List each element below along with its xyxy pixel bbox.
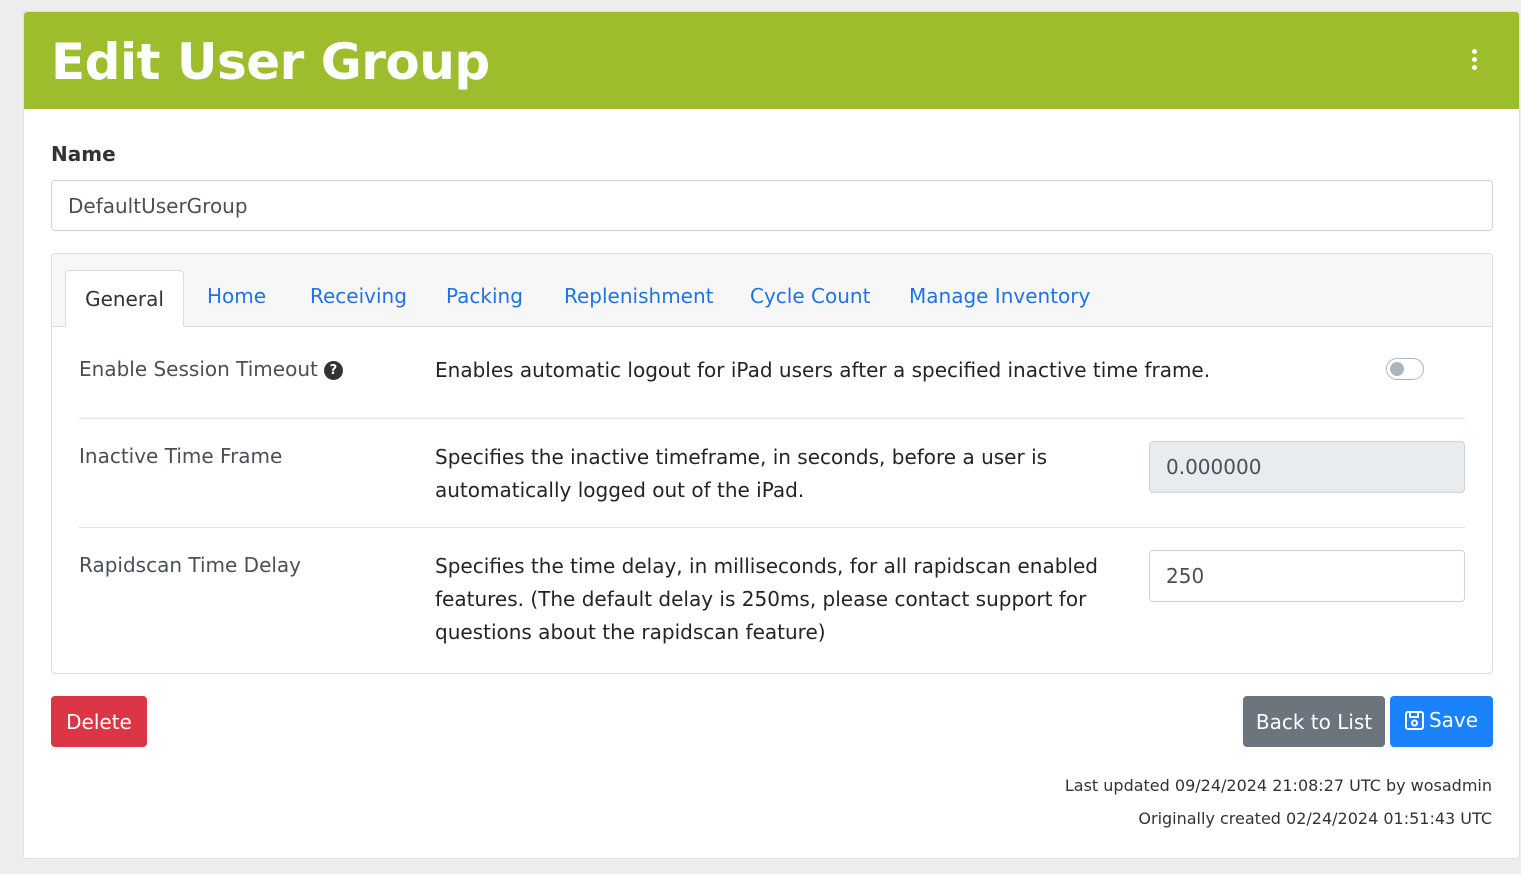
name-input[interactable] xyxy=(51,180,1493,231)
tab-replenishment[interactable]: Replenishment xyxy=(564,284,714,308)
inactive-time-frame-label: Inactive Time Frame xyxy=(79,444,283,468)
description-line: features. (The default delay is 250ms, p… xyxy=(435,587,1087,611)
description-line: Specifies the time delay, in millisecond… xyxy=(435,554,1098,578)
session-timeout-description: Enables automatic logout for iPad users … xyxy=(435,358,1211,382)
created-text: Originally created 02/24/2024 01:51:43 U… xyxy=(1138,809,1492,828)
tab-general[interactable]: General xyxy=(65,270,184,327)
tab-manage-inventory[interactable]: Manage Inventory xyxy=(909,284,1090,308)
kebab-menu-icon[interactable] xyxy=(1469,49,1479,73)
floppy-disk-icon xyxy=(1404,711,1424,735)
page-title: Edit User Group xyxy=(51,33,490,91)
session-timeout-toggle[interactable] xyxy=(1386,358,1424,380)
page-header: Edit User Group xyxy=(24,12,1519,109)
save-button-label: Save xyxy=(1428,708,1479,732)
name-label: Name xyxy=(51,142,116,166)
session-timeout-label: Enable Session Timeout? xyxy=(79,357,343,381)
rapidscan-delay-input[interactable] xyxy=(1149,550,1465,602)
inactive-time-frame-description: Specifies the inactive timeframe, in sec… xyxy=(435,441,1047,507)
divider xyxy=(79,527,1465,528)
tab-cycle-count[interactable]: Cycle Count xyxy=(750,284,870,308)
rapidscan-delay-description: Specifies the time delay, in millisecond… xyxy=(435,550,1098,649)
tab-home[interactable]: Home xyxy=(207,284,266,308)
rapidscan-delay-label: Rapidscan Time Delay xyxy=(79,553,302,577)
tab-bar: General Home Receiving Packing Replenish… xyxy=(52,254,1492,327)
edit-user-group-card: Edit User Group Name General Home Receiv… xyxy=(23,11,1520,859)
back-to-list-button[interactable]: Back to List xyxy=(1243,696,1385,747)
session-timeout-label-text: Enable Session Timeout xyxy=(79,357,318,381)
tab-packing[interactable]: Packing xyxy=(446,284,523,308)
description-line: automatically logged out of the iPad. xyxy=(435,478,805,502)
inactive-time-frame-input xyxy=(1149,441,1465,493)
toggle-knob xyxy=(1390,362,1404,376)
description-line: questions about the rapidscan feature) xyxy=(435,620,826,644)
question-circle-icon[interactable]: ? xyxy=(323,361,343,380)
settings-tab-panel: General Home Receiving Packing Replenish… xyxy=(51,253,1493,674)
divider xyxy=(79,418,1465,419)
delete-button[interactable]: Delete xyxy=(51,696,147,747)
description-line: Specifies the inactive timeframe, in sec… xyxy=(435,445,1048,469)
save-button[interactable]: Save xyxy=(1390,696,1493,747)
tab-receiving[interactable]: Receiving xyxy=(310,284,407,308)
last-updated-text: Last updated 09/24/2024 21:08:27 UTC by … xyxy=(1064,776,1492,795)
